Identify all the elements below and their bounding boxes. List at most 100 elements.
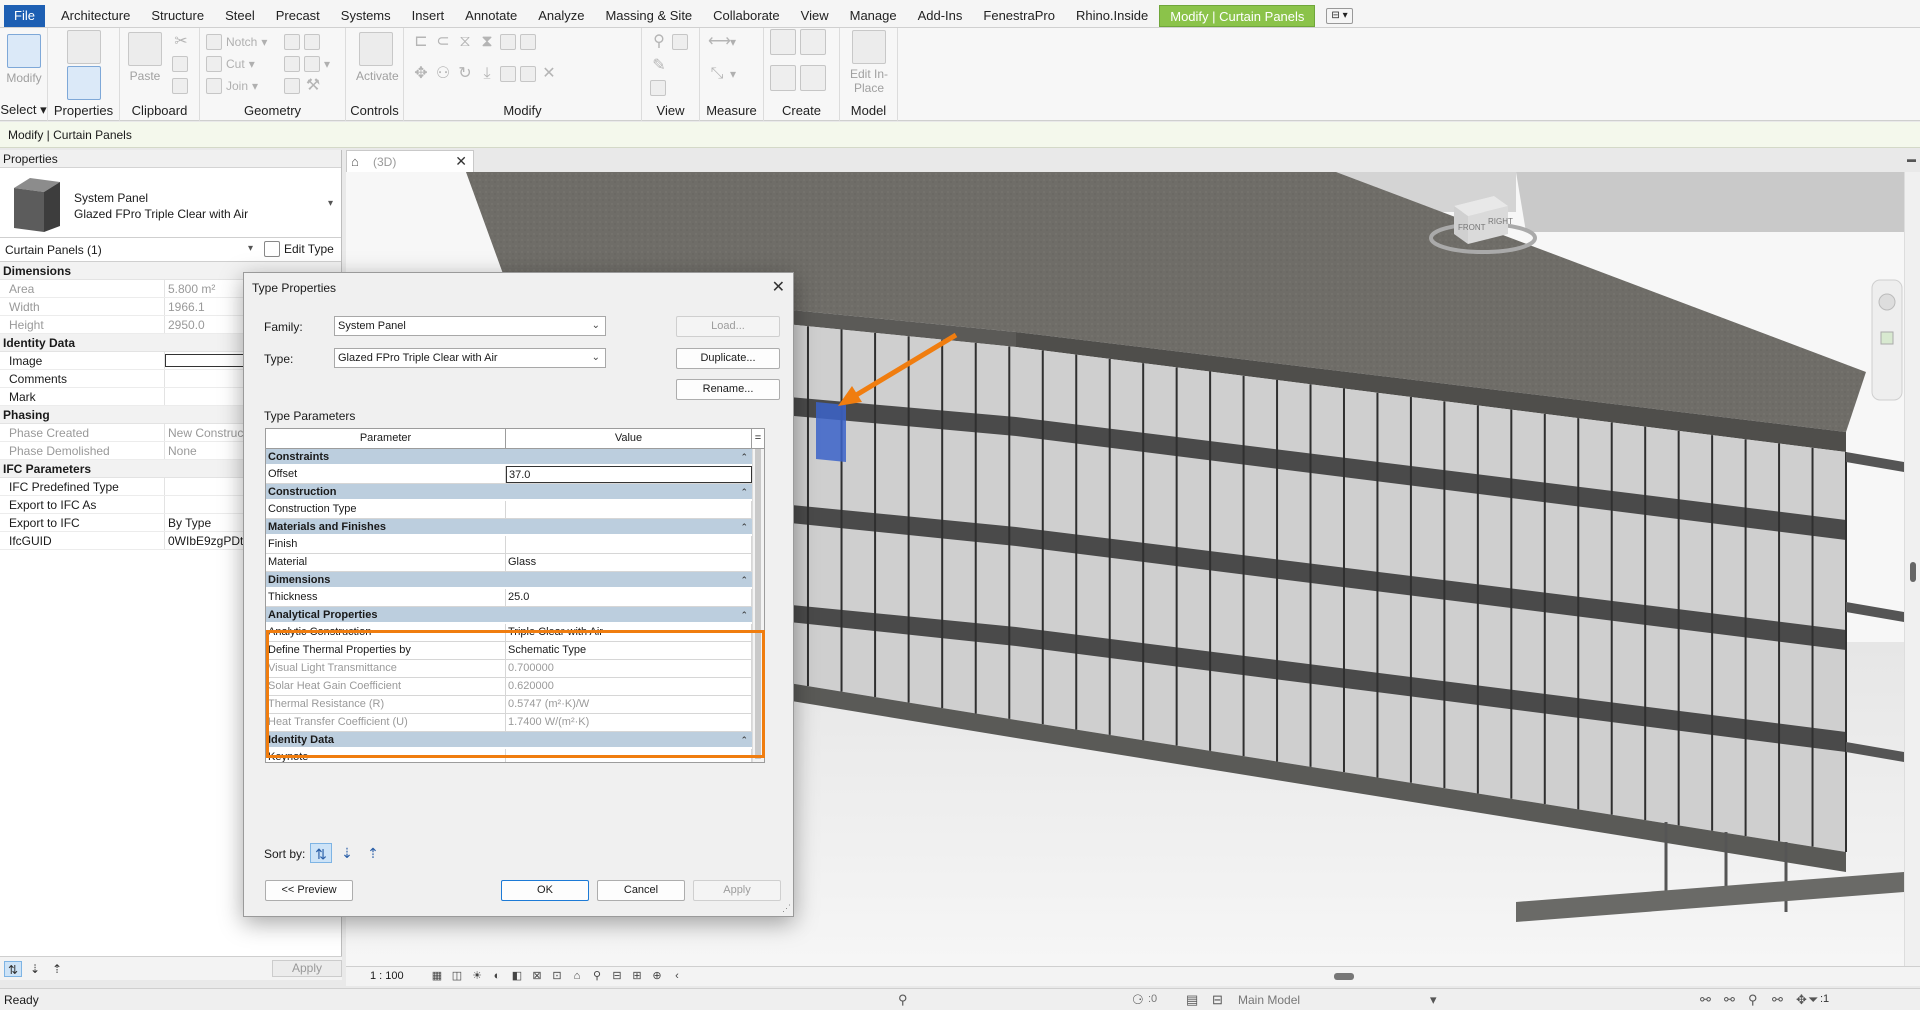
activate-button[interactable]: Activate — [356, 32, 399, 83]
tab-manage[interactable]: Manage — [840, 5, 907, 27]
view-vertical-scrollbar[interactable] — [1904, 172, 1920, 966]
load-button[interactable]: Load... — [676, 316, 780, 337]
tab-massing-site[interactable]: Massing & Site — [595, 5, 702, 27]
align-tools[interactable]: ⊏ ⊂ ⧖ ⧗ — [412, 32, 536, 52]
tab-analyze[interactable]: Analyze — [528, 5, 594, 27]
edit-in-place-button[interactable]: Edit In-Place — [846, 30, 892, 95]
apply-button[interactable]: Apply — [693, 880, 781, 901]
geometry-tool-2[interactable]: ▾ — [284, 54, 330, 74]
join-button[interactable]: Join ▾ — [206, 76, 258, 96]
move-tools[interactable]: ✥ ⚇ ↻ ⤓ ✕ — [412, 64, 558, 84]
tab-precast[interactable]: Precast — [266, 5, 330, 27]
family-select[interactable]: System Panel ⌄ — [334, 316, 606, 336]
view-tool-1[interactable]: ⚲ — [650, 32, 688, 52]
tab-rhino-inside[interactable]: Rhino.Inside — [1066, 5, 1158, 27]
navigation-bar[interactable] — [1871, 279, 1903, 401]
type-properties-button[interactable] — [66, 28, 102, 67]
rendering-icon[interactable]: ◧ — [510, 969, 524, 983]
temp-hide-icon[interactable]: ⚲ — [590, 969, 604, 983]
selected-curtain-panel[interactable] — [816, 402, 846, 462]
resize-grip-icon[interactable]: ⋰ — [782, 903, 791, 914]
parameter-group-materials-and-finishes[interactable]: Materials and Finishes ⌃ — [266, 519, 752, 535]
parameter-value[interactable] — [506, 501, 752, 518]
view-scale[interactable]: 1 : 100 — [370, 970, 404, 982]
match-type-button[interactable] — [172, 76, 188, 96]
highlight-displacement-icon[interactable]: ⊕ — [650, 969, 664, 983]
sort-az-icon[interactable]: ⇣ — [26, 961, 44, 977]
tab-structure[interactable]: Structure — [141, 5, 214, 27]
chevron-down-icon[interactable]: ▾ — [248, 243, 253, 254]
crop-view-icon[interactable]: ⊠ — [530, 969, 544, 983]
view-tab-3d[interactable]: ⌂ (3D) ✕ — [346, 150, 474, 172]
cut-button[interactable]: Cut ▾ — [206, 54, 255, 74]
measure-button[interactable]: ⟷ ▾ — [708, 32, 736, 52]
tab-architecture[interactable]: Architecture — [51, 5, 140, 27]
ribbon-display-toggle-icon[interactable]: ⊟ ▾ — [1326, 8, 1353, 24]
type-selector[interactable]: System Panel Glazed FPro Triple Clear wi… — [0, 168, 341, 238]
select-underlay-icon[interactable]: ⚯ — [1724, 992, 1735, 1008]
parameter-group-dimensions[interactable]: Dimensions ⌃ — [266, 572, 752, 588]
close-icon[interactable]: ✕ — [455, 153, 467, 170]
select-by-face-icon[interactable]: ⚯ — [1772, 992, 1783, 1008]
design-options-icon[interactable]: ▤ — [1186, 992, 1198, 1008]
sort-ascending-icon[interactable]: ⇣ — [336, 843, 358, 863]
modify-button[interactable]: Modify — [4, 34, 44, 85]
collapse-icon[interactable]: ⌃ — [740, 449, 748, 465]
collapse-icon[interactable]: ⌃ — [740, 519, 748, 535]
type-select[interactable]: Glazed FPro Triple Clear with Air ⌄ — [334, 348, 606, 368]
parameter-value[interactable]: 25.0 — [506, 589, 752, 606]
view-tool-3[interactable] — [650, 78, 666, 98]
parameter-group-construction[interactable]: Construction ⌃ — [266, 484, 752, 500]
parameter-value[interactable]: 37.0 — [506, 466, 752, 483]
paste-button[interactable]: Paste — [128, 32, 162, 83]
tab-add-ins[interactable]: Add-Ins — [908, 5, 973, 27]
tab-fenestrapro[interactable]: FenestraPro — [973, 5, 1065, 27]
create-tool-1[interactable] — [770, 29, 826, 55]
rename-button[interactable]: Rename... — [676, 379, 780, 400]
tab-annotate[interactable]: Annotate — [455, 5, 527, 27]
dimension-button[interactable]: ⤡ ▾ — [708, 64, 736, 84]
copy-button[interactable] — [172, 54, 188, 74]
parameter-value[interactable] — [506, 536, 752, 553]
parameter-group-analytical-properties[interactable]: Analytical Properties ⌃ — [266, 607, 752, 623]
duplicate-button[interactable]: Duplicate... — [676, 348, 780, 369]
tab-collaborate[interactable]: Collaborate — [703, 5, 790, 27]
sort-grouped-icon[interactable]: ⇅ — [4, 961, 22, 977]
collapse-icon[interactable]: ⌃ — [740, 484, 748, 500]
filter-icon[interactable]: ⏷ — [1808, 992, 1818, 1008]
analytical-model-icon[interactable]: ⊞ — [630, 969, 644, 983]
active-model[interactable]: Main Model — [1238, 993, 1300, 1007]
tab-file[interactable]: File — [4, 5, 45, 27]
properties-button[interactable] — [66, 66, 102, 103]
reveal-hidden-icon[interactable]: ⊟ — [610, 969, 624, 983]
click-to-select-icon[interactable]: ⚲ — [898, 992, 908, 1008]
collapse-icon[interactable]: ⌃ — [740, 572, 748, 588]
geometry-tool-1[interactable] — [284, 32, 320, 52]
edit-type-button[interactable]: Edit Type — [264, 241, 334, 257]
close-icon[interactable]: ✕ — [772, 277, 785, 297]
parameter-group-constraints[interactable]: Constraints ⌃ — [266, 449, 752, 465]
cancel-button[interactable]: Cancel — [597, 880, 685, 901]
notch-button[interactable]: Notch ▾ — [206, 32, 267, 52]
sun-path-icon[interactable]: ☀ — [470, 969, 484, 983]
sort-descending-icon[interactable]: ⇡ — [362, 843, 384, 863]
ok-button[interactable]: OK — [501, 880, 589, 901]
chevron-down-icon[interactable]: ▾ — [1430, 992, 1437, 1008]
lock-view-icon[interactable]: ⌂ — [570, 969, 584, 983]
scroll-left-icon[interactable]: ‹ — [670, 969, 684, 983]
select-pinned-icon[interactable]: ⚲ — [1748, 992, 1758, 1008]
sort-grouped-icon[interactable]: ⇅ — [310, 843, 332, 863]
select-dropdown[interactable]: Select ▾ — [0, 102, 47, 118]
create-tool-2[interactable] — [770, 65, 826, 91]
detail-level-icon[interactable]: ▦ — [430, 969, 444, 983]
worksets-icon[interactable]: ⚆ — [1132, 992, 1144, 1008]
sort-za-icon[interactable]: ⇡ — [48, 961, 66, 977]
preview-button[interactable]: << Preview — [265, 880, 353, 901]
tab-view[interactable]: View — [791, 5, 839, 27]
editable-icon[interactable]: ⊟ — [1212, 992, 1223, 1008]
view-tool-2[interactable]: ✎ — [650, 56, 668, 76]
shadows-icon[interactable]: ◐ — [490, 969, 504, 983]
drag-elements-icon[interactable]: ✥ — [1796, 992, 1807, 1008]
cut-clip-button[interactable]: ✂ — [172, 32, 190, 52]
tab-steel[interactable]: Steel — [215, 5, 265, 27]
